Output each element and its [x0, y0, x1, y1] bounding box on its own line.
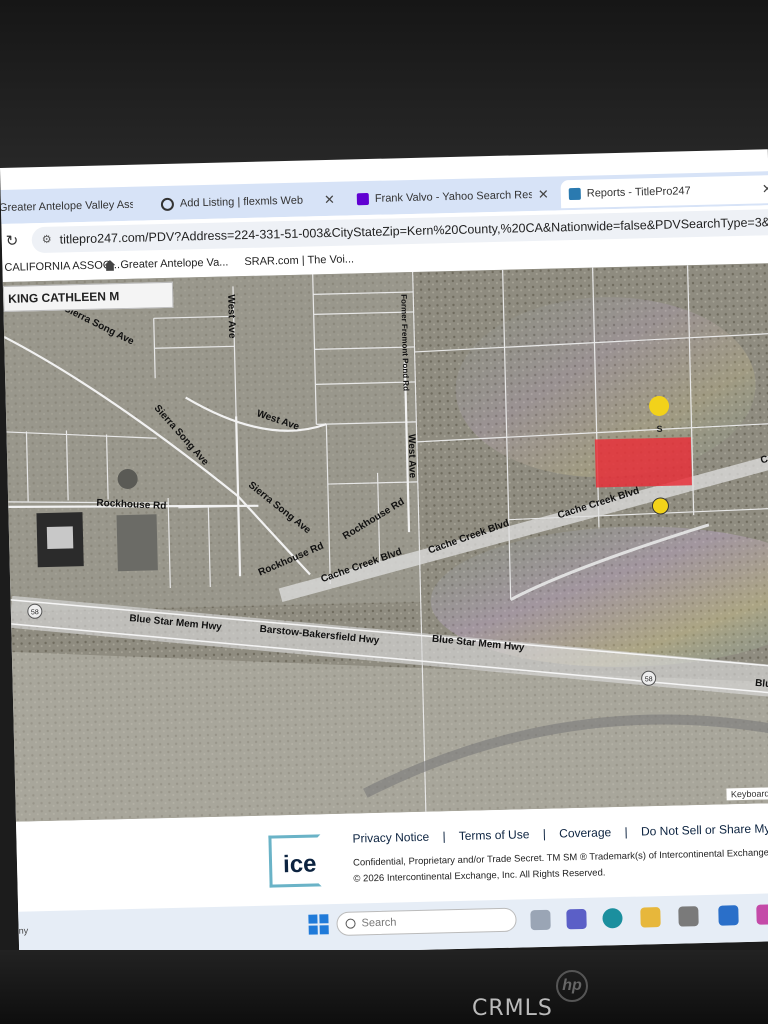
bookmark-label: Greater Antelope Va... [120, 256, 229, 272]
monitor-bezel-bottom [0, 950, 768, 1024]
tab-greater-antelope-valley[interactable]: Greater Antelope Valley Associa [0, 191, 141, 223]
tab-add-listing[interactable]: Add Listing | flexmls Web ✕ [153, 186, 344, 219]
file-explorer-icon[interactable] [640, 907, 661, 928]
building [116, 514, 158, 572]
search-icon [345, 918, 356, 929]
close-icon[interactable]: ✕ [324, 192, 335, 208]
tab-label: Frank Valvo - Yahoo Search Res [374, 189, 533, 205]
location-pin-icon[interactable] [651, 497, 669, 515]
road-label-blue-star-mem-hwy: Blue [755, 678, 768, 691]
titlepro-icon [568, 187, 581, 201]
bookmark-label: SRAR.com | The Voi... [244, 253, 355, 269]
ice-logo: ice [268, 834, 329, 891]
owner-name-banner: KING CATHLEEN M [2, 281, 174, 312]
tab-reports-titlepro[interactable]: Reports - TitlePro247 ✕ [560, 174, 768, 209]
tab-label: Add Listing | flexmls Web [179, 194, 304, 210]
parcel-marker-label: S [656, 424, 662, 434]
route-58-label: 58 [31, 609, 39, 616]
mail-icon[interactable] [718, 905, 739, 926]
footer-links: Privacy Notice | Terms of Use | Coverage… [352, 820, 768, 846]
house-icon [104, 260, 115, 271]
reload-icon[interactable]: ↻ [6, 232, 19, 250]
taskbar-search-input[interactable]: Search [336, 907, 517, 936]
terms-of-use-link[interactable]: Terms of Use [459, 827, 530, 843]
coverage-link[interactable]: Coverage [559, 825, 611, 840]
route-58-shield: 58 [27, 603, 43, 619]
teams-icon[interactable] [566, 908, 587, 930]
route-58-shield: 58 [641, 670, 657, 686]
bookmark-greater-antelope[interactable]: Greater Antelope Va... [104, 256, 229, 272]
bookmark-label: CALIFORNIA ASSOC... [4, 259, 121, 274]
building-roof [46, 526, 74, 549]
tab-label: Greater Antelope Valley Associa [0, 198, 134, 215]
subject-parcel-highlight[interactable] [594, 437, 692, 488]
store-icon[interactable] [678, 906, 699, 927]
edge-icon[interactable] [602, 908, 623, 929]
close-icon[interactable]: ✕ [762, 181, 768, 197]
site-info-icon[interactable]: ⚙ [42, 233, 52, 247]
keyboard-shortcuts-link[interactable]: Keyboard sh [726, 786, 768, 801]
ice-logo-text: ice [282, 850, 317, 879]
close-icon[interactable]: ✕ [538, 187, 549, 203]
legal-text: Confidential, Proprietary and/or Trade S… [353, 845, 768, 887]
satellite-map-svg: S Sierra Song Ave Sierra Song Ave Sierra… [2, 262, 768, 822]
route-58-label: 58 [645, 676, 653, 683]
task-view-icon[interactable] [530, 909, 551, 931]
search-placeholder: Search [361, 916, 397, 930]
do-not-sell-link[interactable]: Do Not Sell or Share My Persona [641, 820, 768, 838]
link-separator: | [542, 826, 547, 841]
road-label-west-ave: West Ave [406, 434, 418, 479]
parcel-map[interactable]: S Sierra Song Ave Sierra Song Ave Sierra… [2, 262, 768, 822]
owner-name: KING CATHLEEN M [8, 289, 120, 306]
yahoo-icon [356, 192, 370, 206]
taskbar-left-text: ny [18, 925, 29, 936]
tab-yahoo-search[interactable]: Frank Valvo - Yahoo Search Res ✕ [349, 180, 558, 213]
bookmark-srar[interactable]: SRAR.com | The Voi... [244, 253, 354, 268]
hp-logo: hp [556, 970, 588, 1002]
app-icon[interactable] [756, 904, 768, 925]
road-label-west-ave: West Ave [225, 294, 237, 339]
crmls-watermark: CRMLS [472, 996, 553, 1021]
tab-label: Reports - TitlePro247 [586, 185, 691, 200]
privacy-notice-link[interactable]: Privacy Notice [352, 830, 429, 846]
link-separator: | [442, 829, 446, 844]
bookmark-california-assoc[interactable]: CALIFORNIA ASSOC... [4, 259, 120, 274]
windows-start-icon[interactable] [308, 914, 329, 935]
monitor-screen: Greater Antelope Valley Associa Add List… [0, 149, 768, 960]
link-separator: | [624, 824, 628, 839]
flexmls-icon [160, 197, 175, 211]
